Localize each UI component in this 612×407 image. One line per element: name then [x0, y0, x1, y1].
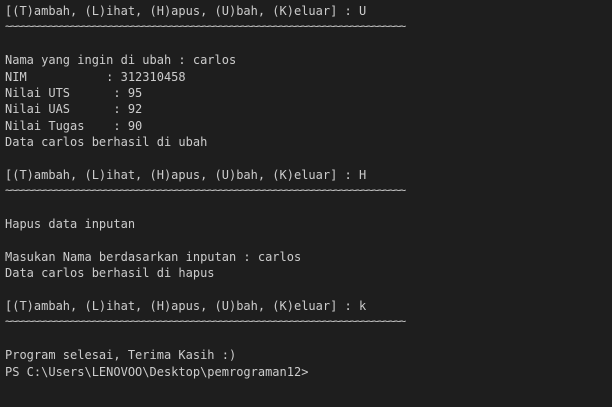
delete-success-line: Data carlos berhasil di hapus	[5, 266, 215, 281]
delete-name-line: Masukan Nama berdasarkan inputan : carlo…	[5, 249, 302, 264]
edit-name-line: Nama yang ingin di ubah : carlos	[5, 53, 237, 68]
separator-line: ~~~~~~~~~~~~~~~~~~~~~~~~~~~~~~~~~~~~~~~~…	[5, 20, 406, 34]
menu-prompt-line: [(T)ambah, (L)ihat, (H)apus, (U)bah, (K)…	[5, 167, 367, 182]
shell-prompt-line[interactable]: PS C:\Users\LENOVOO\Desktop\pemrograman1…	[5, 364, 612, 380]
uts-score-line: Nilai UTS : 95	[5, 85, 143, 100]
separator-line: ~~~~~~~~~~~~~~~~~~~~~~~~~~~~~~~~~~~~~~~~…	[5, 184, 406, 198]
nim-line: NIM : 312310458	[5, 69, 186, 84]
update-success-line: Data carlos berhasil di ubah	[5, 135, 208, 150]
menu-prompt-line: [(T)ambah, (L)ihat, (H)apus, (U)bah, (K)…	[5, 299, 367, 314]
exit-message-line: Program selesai, Terima Kasih :)	[5, 348, 237, 363]
delete-heading-line: Hapus data inputan	[5, 217, 136, 232]
assignment-score-line: Nilai Tugas : 90	[5, 118, 143, 133]
terminal-output[interactable]: [(T)ambah, (L)ihat, (H)apus, (U)bah, (K)…	[0, 0, 612, 407]
menu-prompt-line: [(T)ambah, (L)ihat, (H)apus, (U)bah, (K)…	[5, 4, 367, 18]
separator-line: ~~~~~~~~~~~~~~~~~~~~~~~~~~~~~~~~~~~~~~~~…	[5, 315, 406, 329]
uas-score-line: Nilai UAS : 92	[5, 102, 143, 117]
